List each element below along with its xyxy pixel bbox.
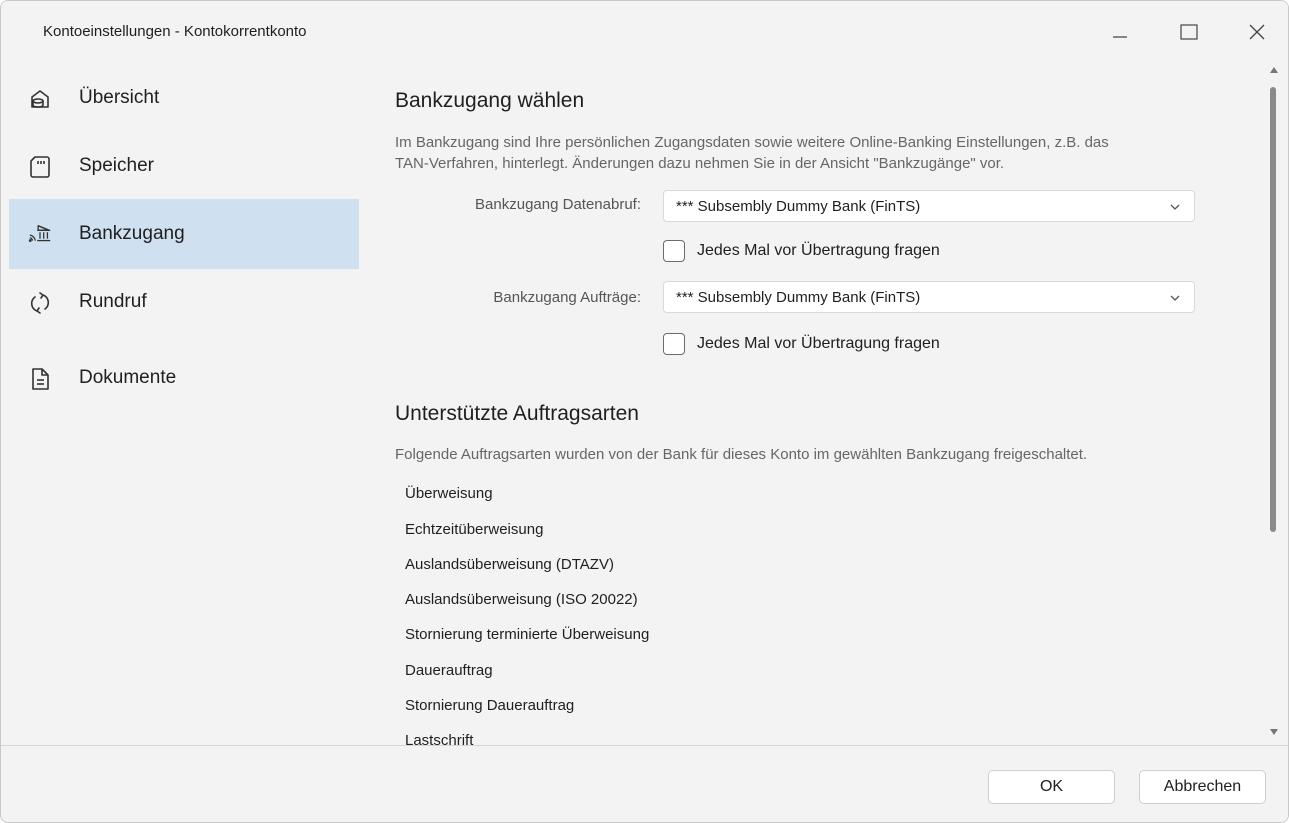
- bank-access-heading: Bankzugang wählen: [395, 89, 585, 112]
- scroll-thumb[interactable]: [1270, 87, 1276, 532]
- sidebar-item-bank-access[interactable]: Bankzugang: [9, 199, 359, 269]
- bank-access-description-line2: TAN-Verfahren, hinterlegt. Änderungen da…: [395, 155, 1005, 172]
- chevron-down-icon: [1170, 295, 1180, 301]
- checkbox-label: Jedes Mal vor Übertragung fragen: [697, 335, 940, 352]
- order-type-item: Stornierung Dauerauftrag: [405, 697, 575, 714]
- bank-access-icon: [27, 222, 53, 248]
- orders-ask-checkbox[interactable]: Jedes Mal vor Übertragung fragen: [663, 333, 940, 355]
- sidebar-item-label: Speicher: [79, 155, 154, 176]
- title-bar: Kontoeinstellungen - Kontokorrentkonto: [1, 1, 1288, 59]
- dialog-footer: OK Abbrechen: [1, 746, 1288, 822]
- bank-access-description-line1: Im Bankzugang sind Ihre persönlichen Zug…: [395, 134, 1109, 151]
- order-type-item: Überweisung: [405, 485, 493, 502]
- maximize-button[interactable]: [1166, 14, 1212, 50]
- checkbox[interactable]: [663, 240, 685, 262]
- orders-label: Bankzugang Aufträge:: [493, 289, 641, 306]
- supported-orders-description: Folgende Auftragsarten wurden von der Ba…: [395, 446, 1088, 463]
- sidebar-item-overview[interactable]: Übersicht: [9, 63, 359, 133]
- overview-icon: [27, 86, 53, 112]
- close-button[interactable]: [1234, 14, 1280, 50]
- orders-select[interactable]: *** Subsembly Dummy Bank (FinTS): [663, 281, 1195, 313]
- vertical-scrollbar[interactable]: [1265, 59, 1281, 745]
- checkbox-label: Jedes Mal vor Übertragung fragen: [697, 242, 940, 259]
- close-icon: [1249, 24, 1265, 40]
- storage-card-icon: [27, 154, 53, 180]
- maximize-icon: [1180, 24, 1198, 40]
- order-type-item: Stornierung terminierte Überweisung: [405, 626, 650, 643]
- data-retrieval-select[interactable]: *** Subsembly Dummy Bank (FinTS): [663, 190, 1195, 222]
- data-retrieval-ask-checkbox[interactable]: Jedes Mal vor Übertragung fragen: [663, 240, 940, 262]
- cancel-button[interactable]: Abbrechen: [1139, 770, 1266, 804]
- sync-icon: [27, 290, 53, 316]
- sidebar-item-label: Bankzugang: [79, 223, 185, 244]
- minimize-button[interactable]: [1097, 14, 1143, 50]
- data-retrieval-label: Bankzugang Datenabruf:: [475, 196, 641, 213]
- order-type-item: Echtzeitüberweisung: [405, 521, 544, 538]
- content-panel: Bankzugang wählen Im Bankzugang sind Ihr…: [359, 59, 1265, 745]
- order-type-item: Dauerauftrag: [405, 662, 493, 679]
- sidebar-item-documents[interactable]: Dokumente: [9, 343, 359, 413]
- chevron-down-icon: [1170, 204, 1180, 210]
- data-retrieval-value: *** Subsembly Dummy Bank (FinTS): [676, 197, 921, 215]
- scroll-up-arrow-icon[interactable]: [1270, 67, 1278, 73]
- scroll-down-arrow-icon[interactable]: [1270, 729, 1278, 735]
- sidebar-item-broadcast[interactable]: Rundruf: [9, 267, 359, 337]
- dialog-window: Kontoeinstellungen - Kontokorrentkonto Ü…: [0, 0, 1289, 823]
- document-icon: [27, 366, 53, 392]
- sidebar-item-label: Übersicht: [79, 87, 160, 108]
- sidebar-item-label: Dokumente: [79, 367, 177, 388]
- order-type-item: Auslandsüberweisung (DTAZV): [405, 556, 614, 573]
- orders-value: *** Subsembly Dummy Bank (FinTS): [676, 288, 921, 306]
- ok-button[interactable]: OK: [988, 770, 1115, 804]
- minimize-icon: [1113, 36, 1127, 38]
- sidebar-item-storage[interactable]: Speicher: [9, 131, 359, 201]
- window-title: Kontoeinstellungen - Kontokorrentkonto: [43, 23, 307, 40]
- sidebar-item-label: Rundruf: [79, 291, 147, 312]
- checkbox[interactable]: [663, 333, 685, 355]
- sidebar: Übersicht Speicher Bankzugang Rundruf Do…: [9, 59, 359, 745]
- order-type-item: Lastschrift: [405, 732, 474, 745]
- order-type-item: Auslandsüberweisung (ISO 20022): [405, 591, 638, 608]
- supported-orders-heading: Unterstützte Auftragsarten: [395, 402, 639, 425]
